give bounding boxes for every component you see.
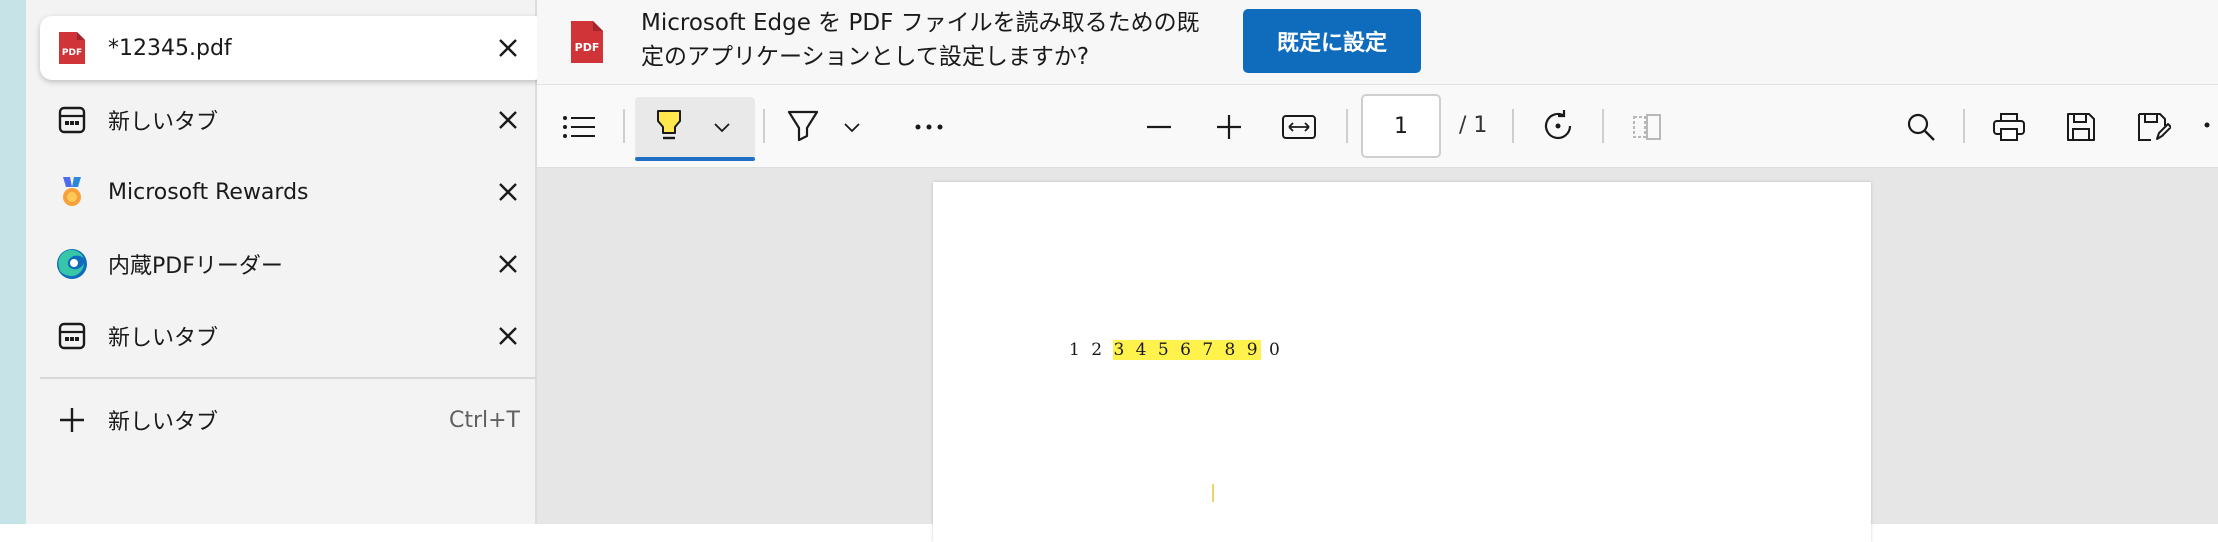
zoom-in-icon[interactable] — [1209, 107, 1249, 147]
toolbar-separator — [1346, 109, 1348, 143]
toolbar-separator — [763, 109, 765, 143]
plus-icon — [54, 402, 90, 438]
close-icon[interactable] — [488, 100, 528, 140]
close-icon[interactable] — [488, 172, 528, 212]
page-text-plain: 0 — [1260, 340, 1283, 360]
tab-title: 新しいタブ — [108, 326, 219, 351]
window-edge-strip — [0, 0, 26, 524]
save-as-icon[interactable] — [2133, 107, 2175, 147]
fit-width-icon[interactable] — [1279, 107, 1319, 147]
close-icon[interactable] — [488, 316, 528, 356]
pdf-icon: PDF — [54, 30, 90, 66]
toolbar-separator — [623, 109, 625, 143]
rewards-medal-icon — [54, 174, 90, 210]
text-cursor-mark — [1212, 484, 1214, 502]
tab-panel-divider — [40, 377, 546, 379]
highlight-active-indicator — [635, 157, 755, 161]
new-tab-label: 新しいタブ — [108, 410, 219, 435]
draw-icon[interactable] — [783, 105, 823, 147]
tab-microsoft-rewards[interactable]: Microsoft Rewards — [40, 160, 546, 224]
overflow-more-icon[interactable] — [2201, 119, 2213, 131]
page-text-highlight[interactable]: 3 4 5 6 7 8 9 — [1113, 340, 1261, 360]
set-default-button[interactable]: 既定に設定 — [1243, 9, 1421, 73]
chevron-down-icon[interactable] — [837, 113, 867, 143]
new-tab-shortcut: Ctrl+T — [448, 407, 520, 433]
tab-builtin-pdf-reader[interactable]: 内蔵PDFリーダー — [40, 232, 546, 296]
infobar-message: Microsoft Edge を PDF ファイルを読み取るための既定のアプリケ… — [641, 10, 1200, 70]
pdf-page[interactable]: 1 2 3 4 5 6 7 8 9 0 — [933, 182, 1871, 542]
search-icon[interactable] — [1901, 107, 1941, 147]
page-text-plain: 1 2 — [1069, 340, 1114, 360]
contents-icon[interactable] — [559, 107, 599, 147]
close-icon[interactable] — [488, 244, 528, 284]
page-text-line[interactable]: 1 2 3 4 5 6 7 8 9 0 — [1069, 340, 1283, 360]
vertical-tab-panel: PDF *12345.pdf 新しいタブ Microsoft Rewards 内… — [26, 0, 546, 524]
page-number-input[interactable]: 1 — [1361, 94, 1441, 158]
tab-title: 内蔵PDFリーダー — [108, 254, 283, 279]
toolbar-separator — [1602, 109, 1604, 143]
save-icon[interactable] — [2061, 107, 2101, 147]
chevron-down-icon[interactable] — [707, 113, 737, 143]
new-tab-page-icon — [54, 102, 90, 138]
toolbar-separator — [1512, 109, 1514, 143]
highlight-icon[interactable] — [649, 105, 689, 147]
zoom-out-icon[interactable] — [1139, 107, 1179, 147]
toolbar-separator — [1963, 109, 1965, 143]
page-total-label: / 1 — [1459, 113, 1488, 138]
more-icon[interactable] — [909, 107, 949, 147]
svg-text:PDF: PDF — [62, 48, 82, 58]
pdf-viewer-canvas[interactable]: 1 2 3 4 5 6 7 8 9 0 — [537, 168, 2218, 542]
edge-logo-icon — [54, 246, 90, 282]
new-tab-button[interactable]: 新しいタブ Ctrl+T — [40, 392, 546, 448]
tab-new-tab-1[interactable]: 新しいタブ — [40, 88, 546, 152]
tab-new-tab-2[interactable]: 新しいタブ — [40, 304, 546, 368]
tab-title: 新しいタブ — [108, 110, 219, 135]
close-icon[interactable] — [488, 28, 528, 68]
print-icon[interactable] — [1989, 107, 2029, 147]
pdf-icon: PDF — [567, 20, 607, 68]
new-tab-page-icon — [54, 318, 90, 354]
rotate-icon[interactable] — [1537, 105, 1579, 147]
svg-text:PDF: PDF — [575, 41, 600, 54]
tab-title: *12345.pdf — [108, 35, 232, 61]
page-view-icon — [1627, 107, 1667, 147]
pdf-toolbar: 1 / 1 — [537, 85, 2218, 168]
tab-title: Microsoft Rewards — [108, 179, 309, 205]
tab-12345-pdf[interactable]: PDF *12345.pdf — [40, 16, 546, 80]
default-app-infobar: PDF Microsoft Edge を PDF ファイルを読み取るための既定の… — [537, 0, 2218, 85]
